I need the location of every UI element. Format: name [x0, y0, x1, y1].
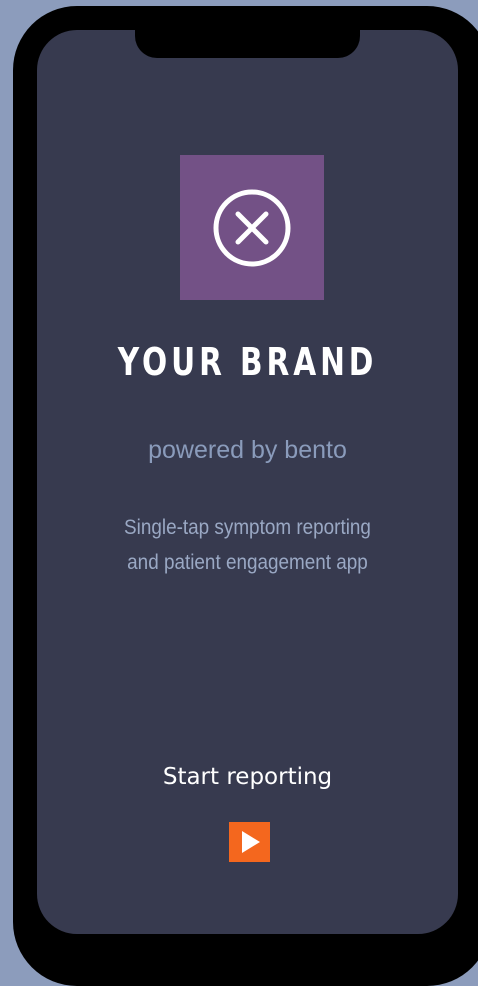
- app-tagline: Single-tap symptom reporting and patient…: [58, 510, 437, 580]
- tagline-line-1: Single-tap symptom reporting: [124, 516, 371, 539]
- tagline-line-2: and patient engagement app: [127, 551, 368, 574]
- powered-by-text: powered by bento: [148, 436, 347, 464]
- brand-title: YOUR BRAND: [117, 340, 378, 384]
- start-reporting-label[interactable]: Start reporting: [37, 764, 458, 790]
- brand-logo: [180, 155, 324, 300]
- circle-x-icon: [213, 189, 291, 267]
- start-reporting-button[interactable]: [229, 822, 270, 862]
- play-icon: [242, 831, 260, 853]
- phone-notch: [135, 30, 360, 58]
